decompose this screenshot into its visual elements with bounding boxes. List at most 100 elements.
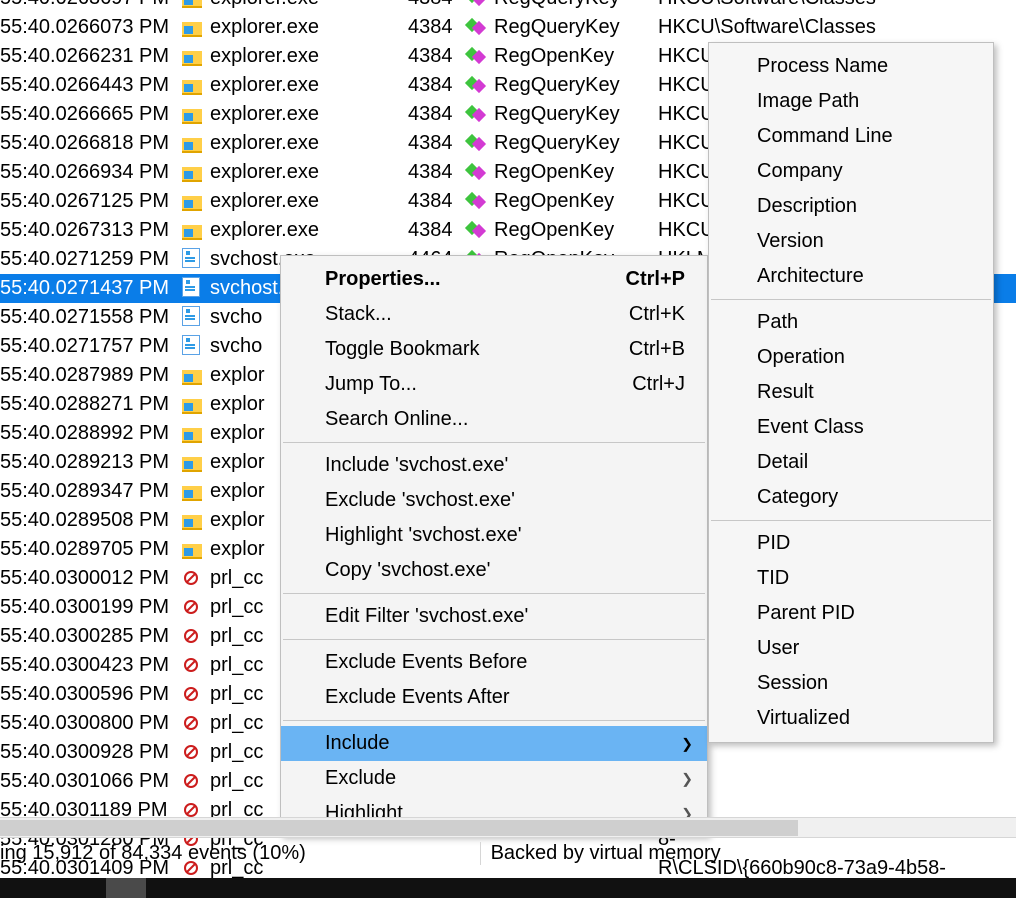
submenu-item[interactable]: Company	[709, 154, 993, 189]
submenu-item[interactable]: Path	[709, 305, 993, 340]
cell-time: 55:40.0271259 PM	[0, 245, 182, 274]
menu-include-proc[interactable]: Include 'svchost.exe'	[281, 448, 707, 483]
menu-separator	[283, 442, 705, 443]
submenu-item[interactable]: Version	[709, 224, 993, 259]
submenu-item[interactable]: Detail	[709, 445, 993, 480]
explorer-icon	[182, 483, 202, 499]
registry-icon	[466, 17, 486, 37]
menu-separator	[283, 593, 705, 594]
menu-toggle-bookmark[interactable]: Toggle BookmarkCtrl+B	[281, 332, 707, 367]
cell-time: 55:40.0266073 PM	[0, 13, 182, 42]
taskbar-item[interactable]	[106, 878, 146, 898]
svchost-icon	[182, 306, 200, 326]
cell-process: explorer.exe	[182, 13, 408, 42]
explorer-icon	[182, 193, 202, 209]
prl-icon	[182, 598, 200, 616]
submenu-item[interactable]: PID	[709, 526, 993, 561]
prl-icon	[182, 569, 200, 587]
cell-time: 55:40.0267125 PM	[0, 187, 182, 216]
menu-highlight-proc[interactable]: Highlight 'svchost.exe'	[281, 518, 707, 553]
cell-time: 55:40.0300596 PM	[0, 680, 182, 709]
menu-separator	[711, 520, 991, 521]
menu-exclude-after[interactable]: Exclude Events After	[281, 680, 707, 715]
cell-time: 55:40.0300928 PM	[0, 738, 182, 767]
registry-icon	[466, 75, 486, 95]
cell-time: 55:40.0267313 PM	[0, 216, 182, 245]
cell-process: explorer.exe	[182, 216, 408, 245]
cell-time: 55:40.0301066 PM	[0, 767, 182, 796]
chevron-right-icon: ❯	[681, 735, 693, 752]
cell-path: 60R	[658, 767, 1016, 796]
submenu-item[interactable]: Operation	[709, 340, 993, 375]
horizontal-scrollbar[interactable]	[0, 817, 1016, 838]
cell-operation: RegOpenKey	[466, 216, 658, 245]
cell-process: explorer.exe	[182, 42, 408, 71]
registry-icon	[466, 220, 486, 240]
explorer-icon	[182, 367, 202, 383]
cell-time: 55:40.0266934 PM	[0, 158, 182, 187]
cell-time: 55:40.0266818 PM	[0, 129, 182, 158]
submenu-item[interactable]: Parent PID	[709, 596, 993, 631]
status-backing: Backed by virtual memory	[480, 842, 721, 865]
menu-separator	[283, 720, 705, 721]
cell-operation: RegQueryKey	[466, 0, 658, 13]
submenu-item[interactable]: Result	[709, 375, 993, 410]
cell-pid: 4384	[408, 13, 466, 42]
registry-icon	[466, 0, 486, 8]
submenu-item[interactable]: Category	[709, 480, 993, 515]
cell-pid: 4384	[408, 100, 466, 129]
cell-operation: RegQueryKey	[466, 13, 658, 42]
menu-properties[interactable]: Properties...Ctrl+P	[281, 262, 707, 297]
cell-process: explorer.exe	[182, 158, 408, 187]
explorer-icon	[182, 0, 202, 6]
submenu-item[interactable]: Image Path	[709, 84, 993, 119]
svchost-icon	[182, 335, 200, 355]
menu-jump-to[interactable]: Jump To...Ctrl+J	[281, 367, 707, 402]
prl-icon	[182, 772, 200, 790]
prl-icon	[182, 627, 200, 645]
prl-icon	[182, 656, 200, 674]
cell-pid: 4384	[408, 187, 466, 216]
submenu-item[interactable]: Event Class	[709, 410, 993, 445]
menu-exclude-before[interactable]: Exclude Events Before	[281, 645, 707, 680]
menu-exclude-proc[interactable]: Exclude 'svchost.exe'	[281, 483, 707, 518]
submenu-item[interactable]: User	[709, 631, 993, 666]
cell-time: 55:40.0288992 PM	[0, 419, 182, 448]
menu-stack[interactable]: Stack...Ctrl+K	[281, 297, 707, 332]
scrollbar-thumb[interactable]	[0, 820, 798, 836]
submenu-item[interactable]: Session	[709, 666, 993, 701]
explorer-icon	[182, 512, 202, 528]
event-row[interactable]: 55:40.0266073 PMexplorer.exe4384RegQuery…	[0, 13, 1016, 42]
submenu-item[interactable]: Process Name	[709, 49, 993, 84]
cell-process: explorer.exe	[182, 129, 408, 158]
cell-pid: 4384	[408, 158, 466, 187]
submenu-item[interactable]: Virtualized	[709, 701, 993, 736]
menu-edit-filter[interactable]: Edit Filter 'svchost.exe'	[281, 599, 707, 634]
status-event-count: ing 15,912 of 84,334 events (10%)	[0, 842, 474, 865]
menu-search-online[interactable]: Search Online...	[281, 402, 707, 437]
cell-time: 55:40.0300285 PM	[0, 622, 182, 651]
prl-icon	[182, 685, 200, 703]
explorer-icon	[182, 454, 202, 470]
submenu-item[interactable]: Command Line	[709, 119, 993, 154]
menu-separator	[711, 299, 991, 300]
cell-path: HKCU\Software\Classes	[658, 0, 1016, 13]
submenu-item[interactable]: Description	[709, 189, 993, 224]
cell-pid: 4384	[408, 71, 466, 100]
registry-icon	[466, 191, 486, 211]
submenu-item[interactable]: TID	[709, 561, 993, 596]
cell-path: HKCU\Software\Classes	[658, 13, 1016, 42]
menu-exclude-submenu[interactable]: Exclude❯	[281, 761, 707, 796]
submenu-item[interactable]: Architecture	[709, 259, 993, 294]
cell-operation: RegOpenKey	[466, 158, 658, 187]
menu-include-submenu[interactable]: Include❯	[281, 726, 707, 761]
event-row[interactable]: 55:40.0263697 PMexplorer.exe4384RegQuery…	[0, 0, 1016, 13]
menu-copy-proc[interactable]: Copy 'svchost.exe'	[281, 553, 707, 588]
cell-time: 55:40.0300199 PM	[0, 593, 182, 622]
cell-operation: RegQueryKey	[466, 100, 658, 129]
taskbar[interactable]	[0, 878, 1016, 898]
explorer-icon	[182, 135, 202, 151]
cell-operation: RegOpenKey	[466, 187, 658, 216]
cell-time: 55:40.0289508 PM	[0, 506, 182, 535]
cell-time: 55:40.0271757 PM	[0, 332, 182, 361]
